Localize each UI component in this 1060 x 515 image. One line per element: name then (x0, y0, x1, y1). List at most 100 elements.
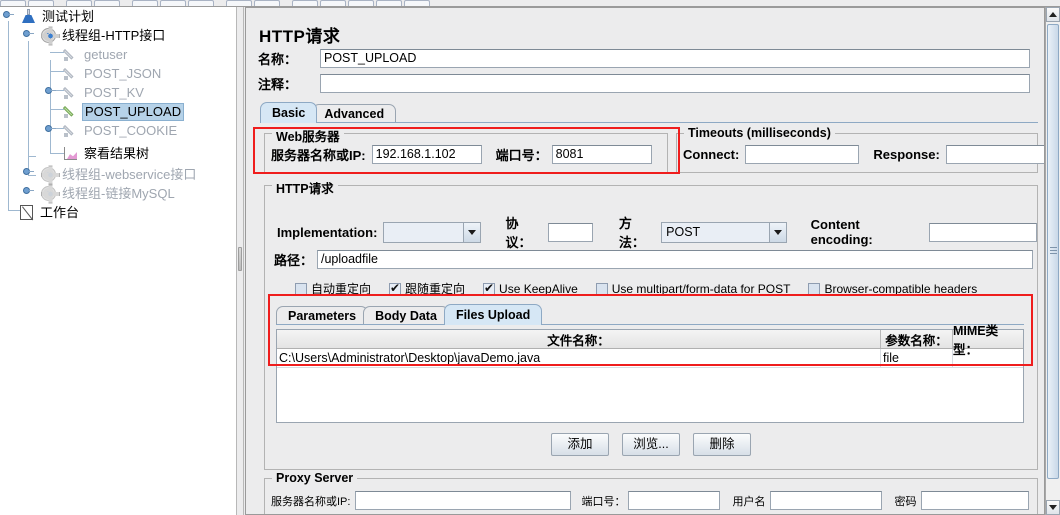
tree-expand-handle-post-kv[interactable] (45, 85, 56, 96)
server-input[interactable]: 192.168.1.102 (371, 145, 482, 164)
checkbox-box[interactable] (808, 282, 821, 295)
toolbar-button-shutdown[interactable] (348, 0, 374, 6)
tree-node-label: 工作台 (40, 204, 80, 220)
tree-expand-handle-thread-group-ws[interactable] (23, 166, 34, 177)
files-upload-table[interactable]: 文件名称： 参数名称： MIME类型： C:\Users\Administrat… (276, 324, 1024, 423)
checkbox-box[interactable] (595, 282, 608, 295)
implementation-select[interactable] (383, 221, 482, 243)
method-value: POST (666, 225, 701, 239)
request-data-tabs[interactable]: Parameters Body Data Files Upload (276, 304, 543, 325)
tree-expand-handle-test-plan[interactable] (3, 9, 14, 20)
checkbox-use-keepalive[interactable]: Use KeepAlive (483, 281, 578, 296)
name-input[interactable]: POST_UPLOAD (320, 49, 1030, 68)
vertical-scrollbar[interactable] (1045, 7, 1060, 515)
tree-node-view-results-tree[interactable]: 察看结果树 (62, 144, 151, 163)
column-header-file-name[interactable]: 文件名称： (277, 330, 881, 348)
browse-button[interactable]: 浏览... (622, 433, 680, 456)
proxy-server-input[interactable] (355, 491, 572, 510)
toolbar-button-start[interactable] (292, 0, 318, 6)
checkbox-use-multipart[interactable]: Use multipart/form-data for POST (595, 282, 790, 296)
proxy-username-label: 用户名 (732, 495, 766, 508)
toolbar-button-save[interactable] (94, 0, 120, 6)
test-plan-tree[interactable]: 测试计划 线程组-HTTP接口 getuser POST_JSON POST_K… (0, 7, 236, 515)
add-button[interactable]: 添加 (551, 433, 609, 456)
tree-node-thread-group-webservice[interactable]: 线程组-webservice接口 (40, 165, 198, 184)
http-sampler-icon (62, 65, 79, 82)
tab-body-data[interactable]: Body Data (363, 306, 449, 325)
toolbar-button-cut[interactable] (132, 0, 158, 6)
column-header-parameter-name[interactable]: 参数名称： (881, 330, 953, 348)
checkbox-box[interactable] (483, 281, 496, 295)
toolbar-button-clear[interactable] (376, 0, 402, 6)
port-label: 端口号： (495, 148, 548, 163)
tree-node-workbench[interactable]: 工作台 (18, 203, 81, 222)
proxy-password-input[interactable] (921, 491, 1030, 510)
path-input[interactable]: /uploadfile (317, 250, 1033, 269)
workbench-icon (18, 204, 35, 221)
checkbox-follow-redirect[interactable]: 跟随重定向 (389, 280, 465, 297)
test-plan-icon (20, 8, 37, 25)
tree-node-post-json[interactable]: POST_JSON (62, 64, 163, 83)
checkbox-box[interactable] (389, 281, 402, 295)
toolbar-button-stop[interactable] (320, 0, 346, 6)
toolbar-button-clear-all[interactable] (404, 0, 430, 6)
tree-expand-handle-thread-group-http[interactable] (23, 28, 34, 39)
delete-button[interactable]: 删除 (693, 433, 751, 456)
panel-splitter[interactable] (236, 7, 244, 515)
proxy-server-group: Proxy Server 服务器名称或IP: 端口号： 用户名 密码 (264, 471, 1038, 514)
tree-node-thread-group-http[interactable]: 线程组-HTTP接口 (40, 26, 167, 45)
toolbar-button-collapse[interactable] (254, 0, 280, 6)
toolbar-button-new[interactable] (0, 0, 26, 6)
tree-expand-handle-thread-group-mysql[interactable] (23, 185, 34, 196)
connect-input[interactable] (745, 145, 860, 164)
method-select[interactable]: POST (661, 221, 787, 243)
toolbar-button-paste[interactable] (188, 0, 214, 6)
http-sampler-icon (62, 46, 79, 63)
tab-basic[interactable]: Basic (260, 102, 318, 123)
column-header-mime-type[interactable]: MIME类型： (953, 324, 1023, 357)
table-row[interactable]: C:\Users\Administrator\Desktop\javaDemo.… (277, 349, 1023, 368)
checkbox-box[interactable] (295, 282, 307, 295)
toolbar-button-templates[interactable] (28, 0, 54, 6)
tree-node-post-upload[interactable]: POST_UPLOAD (62, 102, 185, 121)
content-encoding-input[interactable] (929, 222, 1038, 242)
timeouts-row: Connect: Response: (683, 145, 1044, 164)
proxy-port-input[interactable] (628, 491, 721, 510)
tree-node-post-cookie[interactable]: POST_COOKIE (62, 121, 179, 140)
tree-expand-handle-post-cookie[interactable] (45, 123, 56, 134)
comment-input[interactable] (320, 74, 1030, 93)
response-label: Response: (873, 147, 940, 162)
toolbar-button-copy[interactable] (160, 0, 186, 6)
scrollbar-thumb[interactable] (1047, 24, 1059, 479)
tree-node-getuser[interactable]: getuser (62, 45, 129, 64)
toolbar-button-expand[interactable] (226, 0, 252, 6)
editor-tabs[interactable]: Basic Advanced (260, 102, 397, 123)
toolbar-button-open[interactable] (66, 0, 92, 6)
cell-parameter-name[interactable]: file (881, 349, 953, 367)
checkbox-auto-redirect[interactable]: 自动重定向 (295, 280, 371, 297)
port-input[interactable]: 8081 (551, 145, 652, 164)
protocol-input[interactable] (547, 222, 593, 242)
table-header: 文件名称： 参数名称： MIME类型： (277, 324, 1023, 357)
scroll-down-button[interactable] (1046, 500, 1060, 515)
proxy-username-input[interactable] (770, 491, 883, 510)
thread-group-icon (40, 27, 60, 44)
thread-group-icon (40, 166, 60, 183)
request-options: 自动重定向 跟随重定向 Use KeepAlive Use multipart/… (295, 280, 977, 297)
checkbox-browser-compatible-headers[interactable]: Browser-compatible headers (808, 282, 977, 296)
tree-node-thread-group-mysql[interactable]: 线程组-链接MySQL (40, 184, 177, 203)
tree-node-label: 线程组-webservice接口 (62, 166, 197, 182)
chevron-down-icon[interactable] (768, 222, 786, 242)
chevron-down-icon[interactable] (463, 222, 481, 242)
scroll-up-button[interactable] (1046, 7, 1060, 22)
response-input[interactable] (945, 145, 1044, 164)
splitter-grip[interactable] (238, 247, 242, 271)
tab-parameters[interactable]: Parameters (276, 306, 369, 325)
proxy-server-label: 服务器名称或IP: (271, 495, 351, 508)
tab-files-upload[interactable]: Files Upload (443, 304, 543, 325)
cell-mime-type[interactable] (953, 349, 1023, 367)
tree-node-post-kv[interactable]: POST_KV (62, 83, 146, 102)
tab-advanced[interactable]: Advanced (312, 104, 397, 123)
tree-node-test-plan[interactable]: 测试计划 (20, 7, 96, 26)
cell-file-name[interactable]: C:\Users\Administrator\Desktop\javaDemo.… (277, 349, 881, 367)
